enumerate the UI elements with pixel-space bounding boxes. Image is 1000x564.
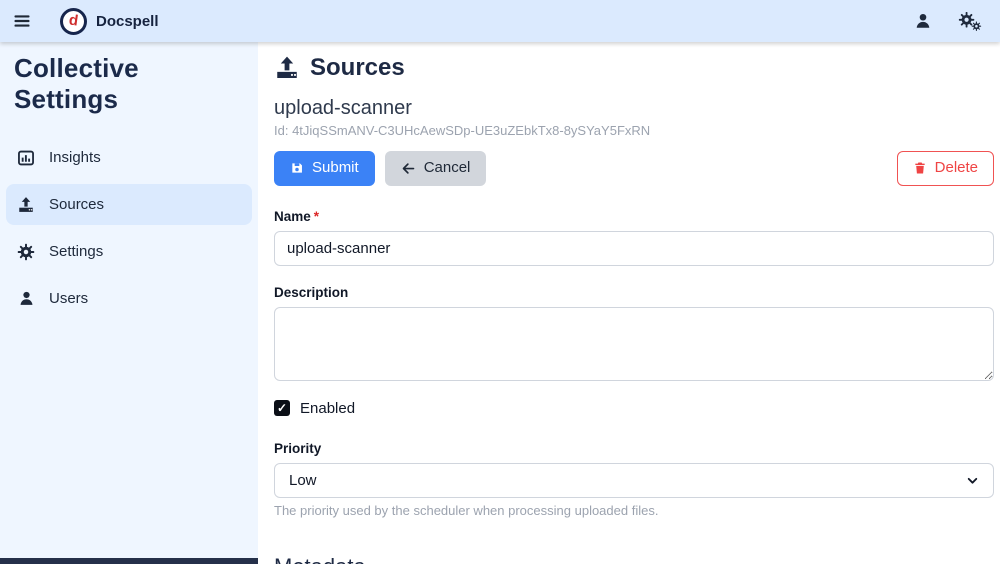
sidebar-item-insights[interactable]: Insights bbox=[6, 137, 252, 178]
gears-icon bbox=[958, 11, 982, 32]
toolbar: Submit Cancel Delete bbox=[274, 151, 994, 186]
description-textarea[interactable] bbox=[274, 307, 994, 381]
user-icon bbox=[16, 290, 36, 307]
priority-select[interactable]: Low bbox=[274, 463, 994, 498]
topbar: d Docspell bbox=[0, 0, 1000, 42]
processing-status-button[interactable] bbox=[958, 11, 982, 32]
name-field-group: Name* bbox=[274, 208, 994, 266]
main-content: Sources upload-scanner Id: 4tJiqSSmANV-C… bbox=[258, 42, 1000, 564]
cancel-button[interactable]: Cancel bbox=[385, 151, 487, 186]
app-logo[interactable]: d Docspell bbox=[60, 8, 159, 35]
description-field-group: Description bbox=[274, 284, 994, 381]
sidebar-item-users[interactable]: Users bbox=[6, 278, 252, 319]
description-label: Description bbox=[274, 285, 348, 300]
app-name: Docspell bbox=[96, 13, 159, 30]
name-label: Name* bbox=[274, 209, 319, 224]
page-heading: Sources bbox=[274, 54, 994, 82]
sidebar-item-label: Settings bbox=[49, 243, 103, 260]
source-id: Id: 4tJiqSSmANV-C3UHcAewSDp-UE3uZEbkTx8-… bbox=[274, 123, 994, 138]
priority-label: Priority bbox=[274, 441, 321, 456]
upload-icon bbox=[274, 55, 300, 81]
source-name: upload-scanner bbox=[274, 97, 994, 120]
sidebar-item-sources[interactable]: Sources bbox=[6, 184, 252, 225]
hamburger-icon bbox=[12, 11, 32, 31]
user-menu-button[interactable] bbox=[914, 12, 932, 30]
required-marker: * bbox=[314, 209, 319, 224]
user-icon bbox=[914, 12, 932, 30]
sidebar-title: Collective Settings bbox=[0, 42, 258, 115]
arrow-left-icon bbox=[401, 161, 416, 176]
gear-icon bbox=[16, 243, 36, 261]
enabled-checkbox[interactable]: ✓ Enabled bbox=[274, 400, 355, 417]
source-form: Name* Description ✓ Enabled Priority Low bbox=[274, 208, 994, 564]
sidebar-nav: Insights Sources bbox=[0, 137, 258, 325]
chevron-down-icon bbox=[966, 474, 979, 487]
priority-help-text: The priority used by the scheduler when … bbox=[274, 503, 994, 518]
page-title: Sources bbox=[310, 54, 405, 82]
save-icon bbox=[290, 161, 304, 175]
sidebar-footer-strip bbox=[0, 558, 258, 564]
name-input[interactable] bbox=[274, 231, 994, 266]
sidebar-item-label: Sources bbox=[49, 196, 104, 213]
sidebar-item-label: Users bbox=[49, 290, 88, 307]
sidebar: Collective Settings Insights bbox=[0, 42, 258, 564]
checkbox-checked-icon: ✓ bbox=[274, 400, 290, 416]
menu-button[interactable] bbox=[12, 11, 32, 31]
delete-button[interactable]: Delete bbox=[897, 151, 994, 186]
chart-bar-icon bbox=[16, 149, 36, 167]
priority-selected-value: Low bbox=[289, 472, 317, 489]
docspell-logo-icon: d bbox=[60, 8, 87, 35]
upload-icon bbox=[16, 196, 36, 214]
sidebar-item-settings[interactable]: Settings bbox=[6, 231, 252, 272]
sidebar-item-label: Insights bbox=[49, 149, 101, 166]
enabled-label: Enabled bbox=[300, 400, 355, 417]
submit-button[interactable]: Submit bbox=[274, 151, 375, 186]
trash-icon bbox=[913, 161, 927, 175]
metadata-heading: Metadata bbox=[274, 554, 994, 564]
priority-field-group: Priority Low The priority used by the sc… bbox=[274, 440, 994, 518]
